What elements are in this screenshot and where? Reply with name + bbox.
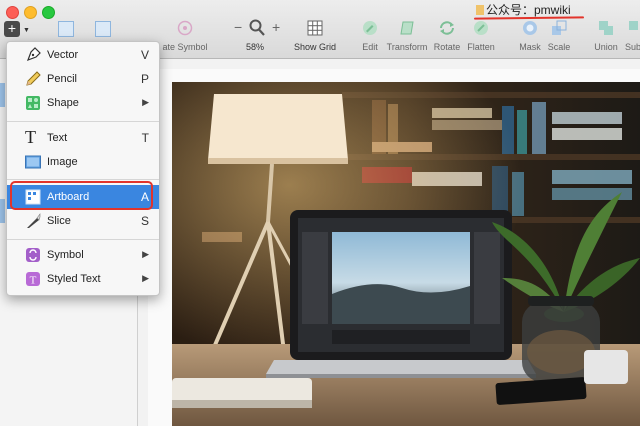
grid-icon — [307, 20, 323, 36]
menu-item-slice[interactable]: Slice S — [7, 209, 159, 233]
mask-label: Mask — [519, 42, 541, 52]
menu-item-label: Vector — [47, 49, 79, 61]
subtract-label: Sub — [625, 42, 640, 52]
watermark-text: 公众号：pmwiki — [486, 3, 571, 17]
insert-button[interactable]: + — [4, 21, 20, 37]
menu-item-image[interactable]: Image — [7, 150, 159, 174]
shortcut-key: S — [140, 214, 149, 228]
mask-icon — [523, 21, 537, 35]
menu-item-label: Styled Text — [47, 273, 101, 285]
zoom-in-icon[interactable]: + — [272, 19, 280, 35]
create-symbol-label: ate Symbol — [162, 42, 208, 52]
submenu-arrow-icon: ▶ — [142, 249, 149, 259]
plus-icon: + — [7, 20, 17, 36]
menu-item-styled-text[interactable]: T Styled Text ▶ — [7, 267, 159, 291]
menu-item-pencil[interactable]: Pencil P — [7, 67, 159, 91]
flatten-label: Flatten — [467, 42, 495, 52]
magnifier-icon[interactable] — [249, 19, 265, 36]
slice-knife-icon — [27, 213, 41, 228]
minimize-window-button[interactable] — [24, 6, 37, 19]
edit-icon — [363, 21, 377, 35]
styled-text-icon: T — [26, 272, 40, 287]
menu-item-symbol[interactable]: Symbol ▶ — [7, 243, 159, 267]
desk-photo-image[interactable] — [172, 82, 640, 426]
svg-text:T: T — [30, 275, 37, 287]
shape-icon — [26, 96, 40, 110]
union-label: Union — [594, 42, 618, 52]
edit-label: Edit — [362, 42, 378, 52]
symbol-icon — [26, 248, 40, 262]
menu-separator — [7, 121, 159, 122]
menu-item-text[interactable]: T Text T — [7, 126, 159, 150]
shortcut-key: T — [141, 131, 149, 145]
image-icon — [25, 155, 41, 169]
union-icon — [599, 21, 613, 35]
transform-label: Transform — [386, 42, 428, 52]
menu-item-label: Text — [47, 132, 68, 144]
menu-item-label: Slice — [47, 215, 71, 227]
menu-item-vector[interactable]: Vector V — [7, 43, 159, 67]
ungroup-icon[interactable] — [95, 21, 111, 37]
vector-pen-icon — [26, 47, 41, 62]
menu-separator — [7, 179, 159, 180]
menu-item-label: Symbol — [47, 249, 84, 261]
sidebar-selection-strip — [0, 83, 5, 107]
scale-label: Scale — [547, 42, 571, 52]
pencil-sticker-icon — [476, 5, 484, 15]
subtract-button[interactable]: Sub — [624, 20, 640, 56]
flatten-icon — [474, 21, 488, 35]
scale-icon — [552, 20, 567, 35]
sidebar-selection-strip-2 — [0, 199, 5, 223]
menu-separator — [7, 239, 159, 240]
submenu-arrow-icon: ▶ — [142, 273, 149, 283]
symbol-icon — [177, 20, 193, 36]
menu-item-label: Pencil — [47, 73, 77, 85]
close-window-button[interactable] — [6, 6, 19, 19]
shortcut-key: V — [140, 48, 149, 62]
submenu-arrow-icon: ▶ — [142, 97, 149, 107]
rotate-icon — [440, 21, 454, 35]
desk-photo-illustration — [172, 82, 640, 426]
menu-item-shape[interactable]: Shape ▶ — [7, 91, 159, 115]
zoom-window-button[interactable] — [42, 6, 55, 19]
zoom-out-icon[interactable]: − — [234, 19, 242, 35]
text-t-icon: T — [25, 127, 36, 147]
pencil-icon — [26, 71, 41, 86]
artboard-highlight-annotation — [10, 181, 153, 210]
rotate-label: Rotate — [433, 42, 461, 52]
transform-icon — [400, 21, 414, 35]
watermark: 公众号：pmwiki — [476, 1, 571, 18]
group-icon[interactable] — [58, 21, 74, 37]
menu-item-label: Image — [47, 156, 78, 168]
insert-menu: Vector V Pencil P Shape ▶ T Text T Image… — [6, 41, 160, 296]
zoom-level: 58% — [246, 42, 265, 52]
menu-item-label: Shape — [47, 97, 79, 109]
subtract-icon — [629, 21, 638, 30]
chevron-down-icon: ▼ — [23, 27, 30, 34]
show-grid-label: Show Grid — [293, 42, 337, 52]
shortcut-key: P — [140, 72, 149, 86]
